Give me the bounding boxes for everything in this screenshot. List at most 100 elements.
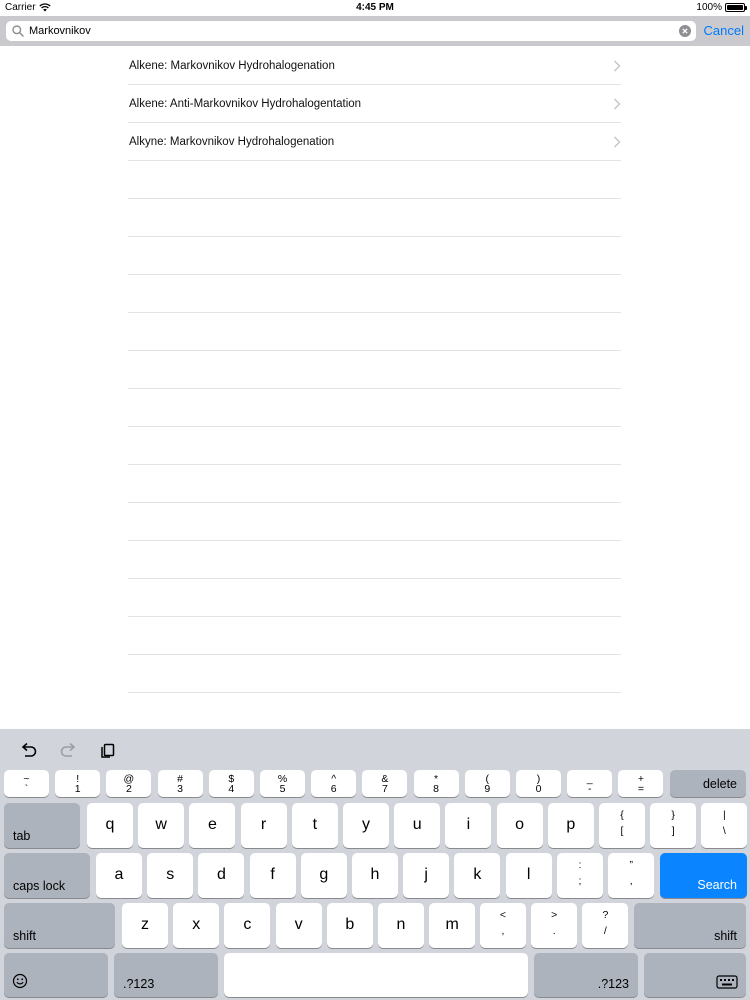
key-symbol: = — [637, 783, 644, 796]
redo-icon[interactable] — [58, 741, 78, 759]
key-symbol-1[interactable]: }] — [650, 803, 697, 848]
key-10[interactable]: ) 0 — [516, 770, 561, 797]
empty-row — [128, 161, 621, 199]
key-label: x — [192, 916, 201, 933]
key-x[interactable]: x — [173, 903, 220, 948]
key-v[interactable]: v — [275, 903, 322, 948]
key-9[interactable]: (9 — [464, 770, 510, 797]
shift-left-key[interactable]: shift — [4, 903, 115, 948]
clear-icon[interactable] — [679, 25, 691, 37]
key-symbol: 5 — [279, 783, 286, 796]
key-u[interactable]: u — [394, 803, 441, 848]
numbers-key-label: .?123 — [597, 977, 629, 991]
search-key[interactable]: Search — [660, 853, 747, 898]
key-12[interactable]: + = — [618, 770, 664, 797]
key-q[interactable]: q — [87, 803, 133, 848]
caps-lock-key[interactable]: caps lock — [4, 853, 90, 898]
key-symbol-0[interactable]: {[ — [599, 803, 645, 848]
battery-icon — [725, 3, 747, 12]
key-symbol: 7 — [381, 783, 388, 796]
key-2[interactable]: @2 — [106, 770, 152, 797]
paste-icon[interactable] — [98, 741, 118, 759]
key-n[interactable]: n — [378, 903, 424, 948]
key-4[interactable]: $4 — [208, 770, 254, 797]
key-symbol-0[interactable]: :; — [557, 853, 603, 898]
empty-row — [128, 465, 621, 503]
battery-percent: 100% — [696, 2, 722, 13]
results-list: Alkene: Markovnikov Hydrohalogenation Al… — [128, 47, 621, 693]
key-label: m — [445, 916, 459, 933]
empty-row — [128, 351, 621, 389]
key-11[interactable]: _ - — [567, 770, 613, 797]
key-symbol: [ — [620, 825, 624, 838]
chevron-right-icon — [613, 98, 621, 110]
list-item[interactable]: Alkene: Markovnikov Hydrohalogenation — [128, 47, 621, 85]
empty-row — [128, 313, 621, 351]
key-5[interactable]: % 5 — [260, 770, 305, 797]
key-symbol: . — [552, 925, 556, 938]
tab-key[interactable]: tab — [4, 803, 80, 848]
empty-row — [128, 617, 621, 655]
empty-row — [128, 389, 621, 427]
key-d[interactable]: d — [198, 853, 245, 898]
key-k[interactable]: k — [454, 853, 501, 898]
key-z[interactable]: z — [122, 903, 168, 948]
key-3[interactable]: #3 — [157, 770, 203, 797]
key-c[interactable]: c — [224, 903, 271, 948]
delete-key-label: delete — [702, 777, 737, 791]
key-b[interactable]: b — [326, 903, 373, 948]
key-symbol-2[interactable]: | \ — [701, 803, 748, 848]
key-label: o — [515, 816, 525, 833]
numbers-right-key[interactable]: .?123 — [534, 953, 638, 997]
key-label: s — [166, 866, 175, 883]
key-o[interactable]: o — [496, 803, 543, 848]
key-label: b — [345, 916, 355, 933]
key-label: a — [114, 866, 124, 883]
key-symbol-0[interactable]: <, — [480, 903, 526, 948]
key-shift-symbol: } — [671, 809, 675, 822]
list-item[interactable]: Alkene: Anti-Markovnikov Hydrohalogentat… — [128, 85, 621, 123]
key-symbol-2[interactable]: ? / — [582, 903, 629, 948]
key-m[interactable]: m — [429, 903, 476, 948]
search-input[interactable] — [29, 25, 679, 37]
key-f[interactable]: f — [249, 853, 296, 898]
delete-key[interactable]: delete — [670, 770, 746, 797]
key-symbol-1[interactable]: >. — [531, 903, 578, 948]
key-8[interactable]: * 8 — [413, 770, 459, 797]
key-label: c — [243, 916, 252, 933]
space-bar[interactable] — [224, 953, 528, 997]
key-w[interactable]: w — [138, 803, 185, 848]
key-symbol: / — [603, 925, 607, 938]
shift-right-key[interactable]: shift — [634, 903, 746, 948]
key-1[interactable]: ! 1 — [55, 770, 101, 797]
key-label: k — [473, 866, 482, 883]
key-g[interactable]: g — [300, 853, 347, 898]
hide-keyboard-key[interactable] — [644, 953, 746, 997]
key-symbol-1[interactable]: ”, — [608, 853, 655, 898]
key-y[interactable]: y — [343, 803, 389, 848]
key-6[interactable]: ^ 6 — [311, 770, 357, 797]
key-e[interactable]: e — [189, 803, 236, 848]
key-symbol: 9 — [484, 783, 491, 796]
key-label: n — [396, 916, 406, 933]
search-field[interactable] — [6, 21, 696, 41]
numbers-left-key[interactable]: .?123 — [114, 953, 218, 997]
key-7[interactable]: & 7 — [362, 770, 408, 797]
key-label: w — [155, 816, 167, 833]
key-j[interactable]: j — [403, 853, 450, 898]
key-i[interactable]: i — [445, 803, 492, 848]
key-0[interactable]: ~ ` — [4, 770, 49, 797]
key-p[interactable]: p — [547, 803, 594, 848]
key-l[interactable]: l — [505, 853, 552, 898]
key-h[interactable]: h — [352, 853, 398, 898]
emoji-key[interactable] — [4, 953, 108, 997]
cancel-button[interactable]: Cancel — [704, 23, 744, 38]
key-a[interactable]: a — [96, 853, 142, 898]
undo-icon[interactable] — [19, 741, 39, 759]
key-t[interactable]: t — [291, 803, 338, 848]
key-symbol: ] — [671, 825, 675, 838]
list-item[interactable]: Alkyne: Markovnikov Hydrohalogenation — [128, 123, 621, 161]
key-label: r — [260, 816, 267, 833]
key-s[interactable]: s — [147, 853, 194, 898]
key-r[interactable]: r — [240, 803, 287, 848]
